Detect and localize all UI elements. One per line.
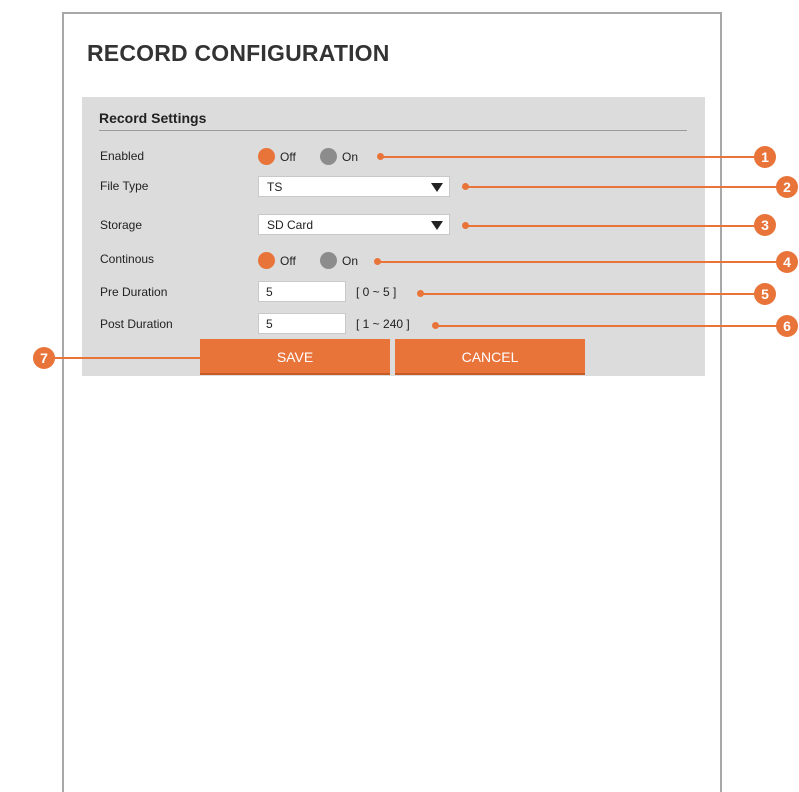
continous-label: Continous bbox=[100, 252, 155, 266]
pre-duration-range: [ 0 ~ 5 ] bbox=[356, 285, 397, 299]
post-duration-input[interactable]: 5 bbox=[258, 313, 346, 334]
record-settings-panel bbox=[82, 97, 705, 376]
continous-off-radio[interactable] bbox=[258, 252, 275, 269]
callout-line bbox=[436, 325, 778, 327]
pre-duration-label: Pre Duration bbox=[100, 285, 168, 299]
callout-line bbox=[466, 225, 758, 227]
enabled-off-label: Off bbox=[280, 150, 296, 164]
storage-label: Storage bbox=[100, 218, 143, 232]
callout-line bbox=[378, 261, 778, 263]
storage-select[interactable]: SD Card bbox=[258, 214, 450, 235]
callout-badge-5: 5 bbox=[754, 283, 776, 305]
callout-badge-6: 6 bbox=[776, 315, 798, 337]
pre-duration-input[interactable]: 5 bbox=[258, 281, 346, 302]
callout-badge-3: 3 bbox=[754, 214, 776, 236]
callout-badge-4: 4 bbox=[776, 251, 798, 273]
enabled-on-radio[interactable] bbox=[320, 148, 337, 165]
cancel-button[interactable]: CANCEL bbox=[395, 339, 585, 375]
callout-line bbox=[421, 293, 759, 295]
storage-value: SD Card bbox=[267, 218, 314, 232]
callout-line bbox=[53, 357, 200, 359]
continous-off-label: Off bbox=[280, 254, 296, 268]
enabled-on-label: On bbox=[342, 150, 359, 164]
save-button[interactable]: SAVE bbox=[200, 339, 390, 375]
page-title: RECORD CONFIGURATION bbox=[87, 40, 390, 66]
post-duration-range: [ 1 ~ 240 ] bbox=[356, 317, 410, 331]
file-type-value: TS bbox=[267, 180, 283, 194]
section-divider bbox=[99, 130, 687, 131]
enabled-label: Enabled bbox=[100, 149, 145, 163]
continous-on-radio[interactable] bbox=[320, 252, 337, 269]
callout-badge-7: 7 bbox=[33, 347, 55, 369]
continous-on-label: On bbox=[342, 254, 359, 268]
dropdown-arrow-icon bbox=[431, 221, 443, 230]
dropdown-arrow-icon bbox=[431, 183, 443, 192]
file-type-select[interactable]: TS bbox=[258, 176, 450, 197]
callout-line bbox=[381, 156, 759, 158]
enabled-off-radio[interactable] bbox=[258, 148, 275, 165]
file-type-label: File Type bbox=[100, 179, 149, 193]
callout-badge-2: 2 bbox=[776, 176, 798, 198]
callout-badge-1: 1 bbox=[754, 146, 776, 168]
post-duration-label: Post Duration bbox=[100, 317, 173, 331]
callout-line bbox=[466, 186, 778, 188]
section-title: Record Settings bbox=[99, 110, 207, 126]
